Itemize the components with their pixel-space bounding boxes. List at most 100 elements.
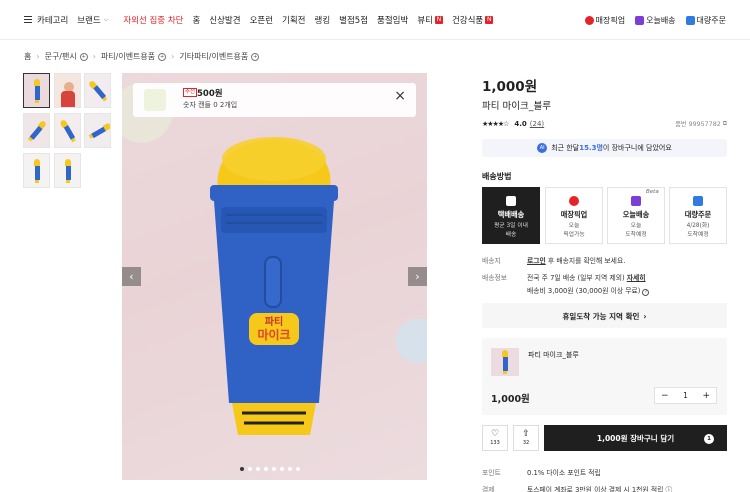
truck-icon (506, 196, 516, 206)
nav-item-beauty[interactable]: 뷰티 N (417, 14, 443, 26)
new-badge: N (485, 15, 494, 24)
pager-dot[interactable] (248, 467, 252, 471)
shipping-option-bulk[interactable]: 대량주문 4/28(화) 도착예정 (669, 187, 727, 244)
shipping-option-pickup[interactable]: 매장픽업 오늘 픽업가능 (545, 187, 603, 244)
thumbnail[interactable] (54, 113, 81, 148)
today-icon (635, 15, 645, 25)
info-icon[interactable]: ? (642, 289, 650, 296)
pager-dot[interactable] (296, 467, 300, 471)
recommend-tag: 추천 (183, 88, 198, 97)
svg-text:파티: 파티 (265, 315, 283, 328)
store-pickup-link[interactable]: 매장픽업 (584, 15, 625, 26)
plus-icon[interactable]: + (251, 52, 260, 61)
nav-item-5stars[interactable]: 별점5점 (339, 14, 368, 26)
recommend-banner[interactable]: 추천 500원 숫자 캔들 0 2개입 × (133, 83, 416, 117)
plus-icon[interactable]: + (158, 52, 167, 61)
breadcrumb-other-party[interactable]: 기타파티/이벤트용품 (179, 51, 248, 62)
review-count-link[interactable]: (24) (530, 120, 544, 128)
thumbnail[interactable] (84, 73, 111, 108)
breadcrumb-stationery[interactable]: 문구/팬시 (45, 51, 77, 62)
banner-name: 숫자 캔들 0 2개입 (183, 101, 238, 109)
top-navigation: 카테고리 브랜드 ⌵ 자외선 집중 차단 홈 신상발견 오픈런 기획전 랭킹 별점… (0, 0, 750, 40)
destination-text: 로그인 후 배송지를 확인해 보세요. (527, 257, 626, 265)
quantity-value: 1 (683, 391, 688, 400)
share-button[interactable]: ⇧ 32 (513, 425, 539, 451)
increase-button[interactable]: + (702, 391, 710, 401)
close-icon[interactable]: × (394, 88, 406, 104)
pickup-icon (569, 196, 579, 206)
selected-option-box: 파티 마이크_블루 1,000원 − 1 + (482, 338, 727, 415)
cart-count-badge: 1 (704, 434, 714, 444)
star-rating: ★★★★☆ (482, 119, 509, 128)
login-link[interactable]: 로그인 (527, 257, 546, 265)
payment-label: 결제 (482, 486, 495, 492)
selected-price: 1,000원 (491, 394, 530, 405)
shipping-info-label: 배송정보 (482, 274, 508, 282)
bulk-order-link[interactable]: 대량주문 (685, 15, 726, 26)
quick-links: 매장픽업 오늘배송 대량주문 (575, 0, 726, 40)
nav-item-special[interactable]: 기획전 (282, 14, 305, 26)
shipping-title: 배송방법 (482, 172, 512, 181)
rating-value: 4.0 (514, 119, 527, 128)
nav-item-health[interactable]: 건강식품 N (452, 14, 494, 26)
shipping-option-today[interactable]: 오늘배송 오늘 도착예정 (607, 187, 665, 244)
thumbnail[interactable] (23, 153, 50, 188)
prev-image-button[interactable]: ‹ (122, 267, 141, 286)
pager-dot[interactable] (256, 467, 260, 471)
thumbnail[interactable] (23, 113, 50, 148)
nav-item-soldout[interactable]: 품절임박 (377, 14, 408, 26)
add-to-cart-button[interactable]: 1,000원 장바구니 담기 1 (544, 425, 727, 451)
bulk-icon (693, 196, 703, 206)
banner-price: 500원 (197, 89, 223, 99)
heart-icon: ♡ (490, 429, 500, 439)
thumbnail[interactable] (54, 153, 81, 188)
shipping-fee: 배송비 3,000원 (30,000원 이상 무료)? (527, 285, 650, 296)
category-menu[interactable]: 카테고리 (24, 14, 68, 26)
breadcrumb-party[interactable]: 파티/이벤트용품 (101, 51, 155, 62)
quantity-stepper[interactable]: − 1 + (654, 387, 717, 404)
pager-dot[interactable] (264, 467, 268, 471)
detail-link[interactable]: 자세히 (627, 274, 646, 282)
chevron-right-icon: › (643, 312, 647, 321)
rating-row: ★★★★☆ 4.0 (24) 품번 99957782 ⧉ (482, 119, 727, 129)
share-count: 32 (522, 440, 530, 446)
pager-dot[interactable] (272, 467, 276, 471)
shipping-option-parcel[interactable]: 택배배송 평균 3일 이내 배송 (482, 187, 540, 244)
selected-thumbnail (491, 348, 519, 376)
product-code: 품번 99957782 (675, 121, 721, 128)
breadcrumb: 홈 › 문구/팬시 + › 파티/이벤트용품 + › 기타파티/이벤트용품 + (24, 51, 260, 62)
svg-text:마이크: 마이크 (257, 327, 290, 342)
chevron-down-icon: ⌵ (103, 15, 109, 23)
thumbnail[interactable] (84, 113, 111, 148)
today-icon (631, 196, 641, 206)
selected-name: 파티 마이크_블루 (528, 351, 579, 359)
today-delivery-link[interactable]: 오늘배송 (635, 15, 676, 26)
breadcrumb-home[interactable]: 홈 (24, 51, 31, 62)
nav-item-ranking[interactable]: 랭킹 (315, 14, 331, 26)
ai-icon: AI (537, 143, 548, 153)
product-price: 1,000원 (482, 79, 538, 95)
party-microphone-illustration: 파티 마이크 (122, 83, 427, 435)
thumbnail[interactable] (23, 73, 50, 108)
pickup-icon (584, 15, 594, 25)
next-image-button[interactable]: › (408, 267, 427, 286)
like-button[interactable]: ♡ 133 (482, 425, 508, 451)
pager-dot[interactable] (280, 467, 284, 471)
pager-dot[interactable] (288, 467, 292, 471)
nav-item-home[interactable]: 홈 (192, 14, 200, 26)
decrease-button[interactable]: − (661, 391, 669, 401)
holiday-delivery-check-button[interactable]: 휴일도착 가능 지역 확인 › (482, 303, 727, 328)
thumbnail[interactable] (54, 73, 81, 108)
hamburger-icon (24, 16, 32, 23)
shipping-info-text: 전국 주 7일 배송 (일부 지역 제외) 자세히 (527, 274, 646, 282)
candle-thumbnail (144, 89, 166, 111)
brand-menu[interactable]: 브랜드 ⌵ (77, 14, 108, 26)
plus-icon[interactable]: + (79, 52, 88, 61)
new-badge: N (434, 15, 443, 24)
nav-item-uv[interactable]: 자외선 집중 차단 (123, 14, 183, 26)
nav-item-openrun[interactable]: 오픈런 (250, 14, 273, 26)
destination-label: 배송지 (482, 257, 501, 265)
pager-dot[interactable] (240, 467, 244, 471)
nav-item-new[interactable]: 신상발견 (209, 14, 240, 26)
copy-icon[interactable]: ⧉ (723, 120, 727, 128)
